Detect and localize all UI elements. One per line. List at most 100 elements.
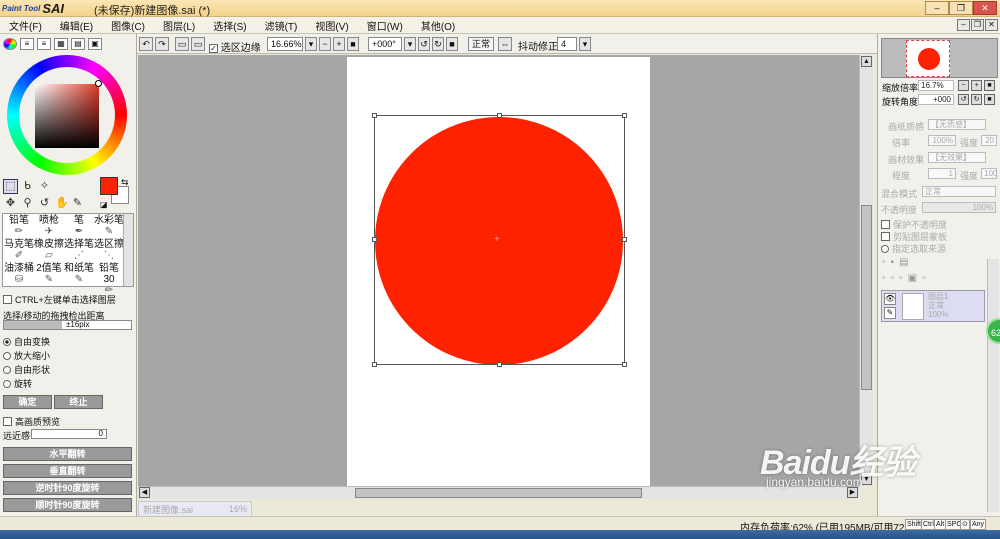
nav-rotate-field[interactable]: +000 <box>918 94 954 105</box>
brush-binary-pen[interactable]: 2值笔 ✎ <box>34 263 64 287</box>
brush-marker[interactable]: 马克笔 ✐ <box>4 239 34 263</box>
protect-opacity-checkbox[interactable] <box>881 220 890 229</box>
zoom-icon[interactable]: ⚲ <box>20 196 35 211</box>
angle-menu-icon[interactable]: ▾ <box>404 37 416 51</box>
nav-rotate-left-icon[interactable]: ↺ <box>958 94 969 105</box>
menu-other[interactable]: 其他(O) <box>412 18 464 33</box>
ctrl-select-option[interactable]: CTRL+左键单击选择图层 <box>3 293 116 306</box>
rect-select-icon[interactable]: ⬚ <box>3 179 18 194</box>
nav-rotate-reset-icon[interactable]: ■ <box>984 94 995 105</box>
handle-bottom[interactable] <box>497 362 502 367</box>
horizontal-scroll-thumb[interactable] <box>355 488 642 498</box>
hq-preview-checkbox[interactable] <box>3 417 12 426</box>
document-tab[interactable]: 新建图像.sai 16% <box>138 501 252 517</box>
handle-bottom-left[interactable] <box>372 362 377 367</box>
clipping-mask-checkbox[interactable] <box>881 232 890 241</box>
transform-selection-box[interactable]: + <box>372 113 627 367</box>
doc-maximize-button[interactable]: ❐ <box>971 19 984 31</box>
stop-button[interactable]: 终止 <box>54 395 103 409</box>
mode-scale[interactable]: 放大缩小 <box>3 349 50 362</box>
radio-off[interactable] <box>3 379 11 388</box>
primary-color-swatch[interactable] <box>100 177 118 195</box>
canvas-area[interactable]: + <box>138 55 859 486</box>
zoom-out-icon[interactable]: − <box>319 37 331 51</box>
rotate-left-icon[interactable]: ↺ <box>418 37 430 51</box>
vertical-scroll-thumb[interactable] <box>861 205 872 390</box>
brush-select-eraser[interactable]: 选区擦 ⋱ <box>94 239 124 263</box>
scroll-up-icon[interactable]: ▲ <box>861 56 872 67</box>
maximize-button[interactable]: ❐ <box>949 1 973 15</box>
opacity-field[interactable]: 100% <box>922 202 996 213</box>
confirm-button[interactable]: 确定 <box>3 395 52 409</box>
layer-visibility-icon[interactable]: 👁 <box>884 293 896 305</box>
handle-left[interactable] <box>372 237 377 242</box>
selection-source-option[interactable]: 指定选取来源 <box>881 242 946 255</box>
handle-bottom-right[interactable] <box>622 362 627 367</box>
sel-edge-checkbox[interactable]: ✓ <box>209 43 218 53</box>
blend-mode-field[interactable]: 正常 <box>922 186 996 197</box>
color-picker-handle[interactable] <box>95 80 102 87</box>
rotate-icon[interactable]: ↺ <box>37 196 52 211</box>
brush-bucket[interactable]: 油漆桶 ⛁ <box>4 263 34 287</box>
swatch-tab-icon[interactable]: ▦ <box>54 38 68 50</box>
swap-colors-icon[interactable]: ⇆ <box>121 177 129 188</box>
perspective-field[interactable]: 0 <box>31 429 107 439</box>
menu-image[interactable]: 图像(C) <box>102 18 154 33</box>
rotate-reset-icon[interactable]: ■ <box>446 37 458 51</box>
rgb-slider-tab-icon[interactable]: ≡ <box>20 38 34 50</box>
texture-scale-field[interactable]: 100% <box>928 135 956 146</box>
drag-distance-slider[interactable]: ±16pix <box>3 320 132 330</box>
texture-strength-field[interactable]: 20 <box>981 135 997 146</box>
horizontal-scrollbar[interactable]: ◀ ▶ <box>138 486 859 499</box>
mode-free-transform[interactable]: 自由变换 <box>3 335 50 348</box>
canvas-paper[interactable]: + <box>347 57 650 486</box>
brush-pencil[interactable]: 铅笔 ✏ <box>4 215 34 239</box>
sel-edge-option[interactable]: ✓ 选区边缘 <box>209 39 261 54</box>
scratchpad-tab-icon[interactable]: ▣ <box>88 38 102 50</box>
flip-vertical-button[interactable]: 垂直翻转 <box>3 464 132 478</box>
degree-field[interactable]: 1 <box>928 168 956 179</box>
eyedropper-icon[interactable]: ✎ <box>70 196 85 211</box>
mode-rotate[interactable]: 旋转 <box>3 377 32 390</box>
zoom-menu-icon[interactable]: ▾ <box>305 37 317 51</box>
move-icon[interactable]: ✥ <box>3 196 18 211</box>
angle-field[interactable]: +000° <box>368 37 402 51</box>
vertical-scrollbar[interactable]: ▲ ▼ <box>859 55 873 486</box>
undo-icon[interactable]: ↶ <box>139 37 153 51</box>
doc-close-button[interactable]: ✕ <box>985 19 998 31</box>
doc-minimize-button[interactable]: – <box>957 19 970 31</box>
mixer-tab-icon[interactable]: ▤ <box>71 38 85 50</box>
brush-eraser[interactable]: 橡皮擦 ▱ <box>34 239 64 263</box>
nav-zoom-field[interactable]: 16.7% <box>918 80 954 91</box>
menu-view[interactable]: 视图(V) <box>306 18 357 33</box>
menu-layer[interactable]: 图层(L) <box>154 18 204 33</box>
handle-top-right[interactable] <box>622 113 627 118</box>
layer-row[interactable]: 👁 ✎ 图层1 正常 100% <box>881 290 985 322</box>
magic-wand-icon[interactable]: ✧ <box>37 179 52 194</box>
handle-top-left[interactable] <box>372 113 377 118</box>
stabilizer-menu-icon[interactable]: ▾ <box>579 37 591 51</box>
navigator-viewport[interactable] <box>906 40 950 77</box>
stabilizer-field[interactable]: 4 <box>557 37 577 51</box>
saturation-value-box[interactable] <box>35 84 99 148</box>
deselect-icon[interactable]: ▭ <box>175 37 189 51</box>
nav-rotate-right-icon[interactable]: ↻ <box>971 94 982 105</box>
radio-on[interactable] <box>3 337 11 346</box>
flip-view-icon[interactable]: ⇔ <box>498 37 512 51</box>
menu-window[interactable]: 窗口(W) <box>358 18 412 33</box>
minimize-button[interactable]: – <box>925 1 949 15</box>
hand-icon[interactable]: ✋ <box>54 196 69 211</box>
ctrl-select-checkbox[interactable] <box>3 295 12 304</box>
zoom-in-icon[interactable]: + <box>333 37 345 51</box>
layer-scrollbar[interactable] <box>987 259 999 512</box>
radio-off[interactable] <box>3 351 11 360</box>
navigator-preview[interactable] <box>881 38 998 78</box>
redo-icon[interactable]: ↷ <box>155 37 169 51</box>
nav-zoom-reset-icon[interactable]: ■ <box>984 80 995 91</box>
nav-zoom-in-icon[interactable]: + <box>971 80 982 91</box>
layer-toolbar-icons[interactable]: ▫▪▤ ▫▫▫▣▫ <box>882 255 994 287</box>
brush-select-pen[interactable]: 选择笔 ⋰ <box>64 239 94 263</box>
radio-off[interactable] <box>3 365 11 374</box>
color-wheel-tab-icon[interactable] <box>3 38 17 50</box>
paper-texture-field[interactable]: 【无质感】 <box>928 119 986 130</box>
